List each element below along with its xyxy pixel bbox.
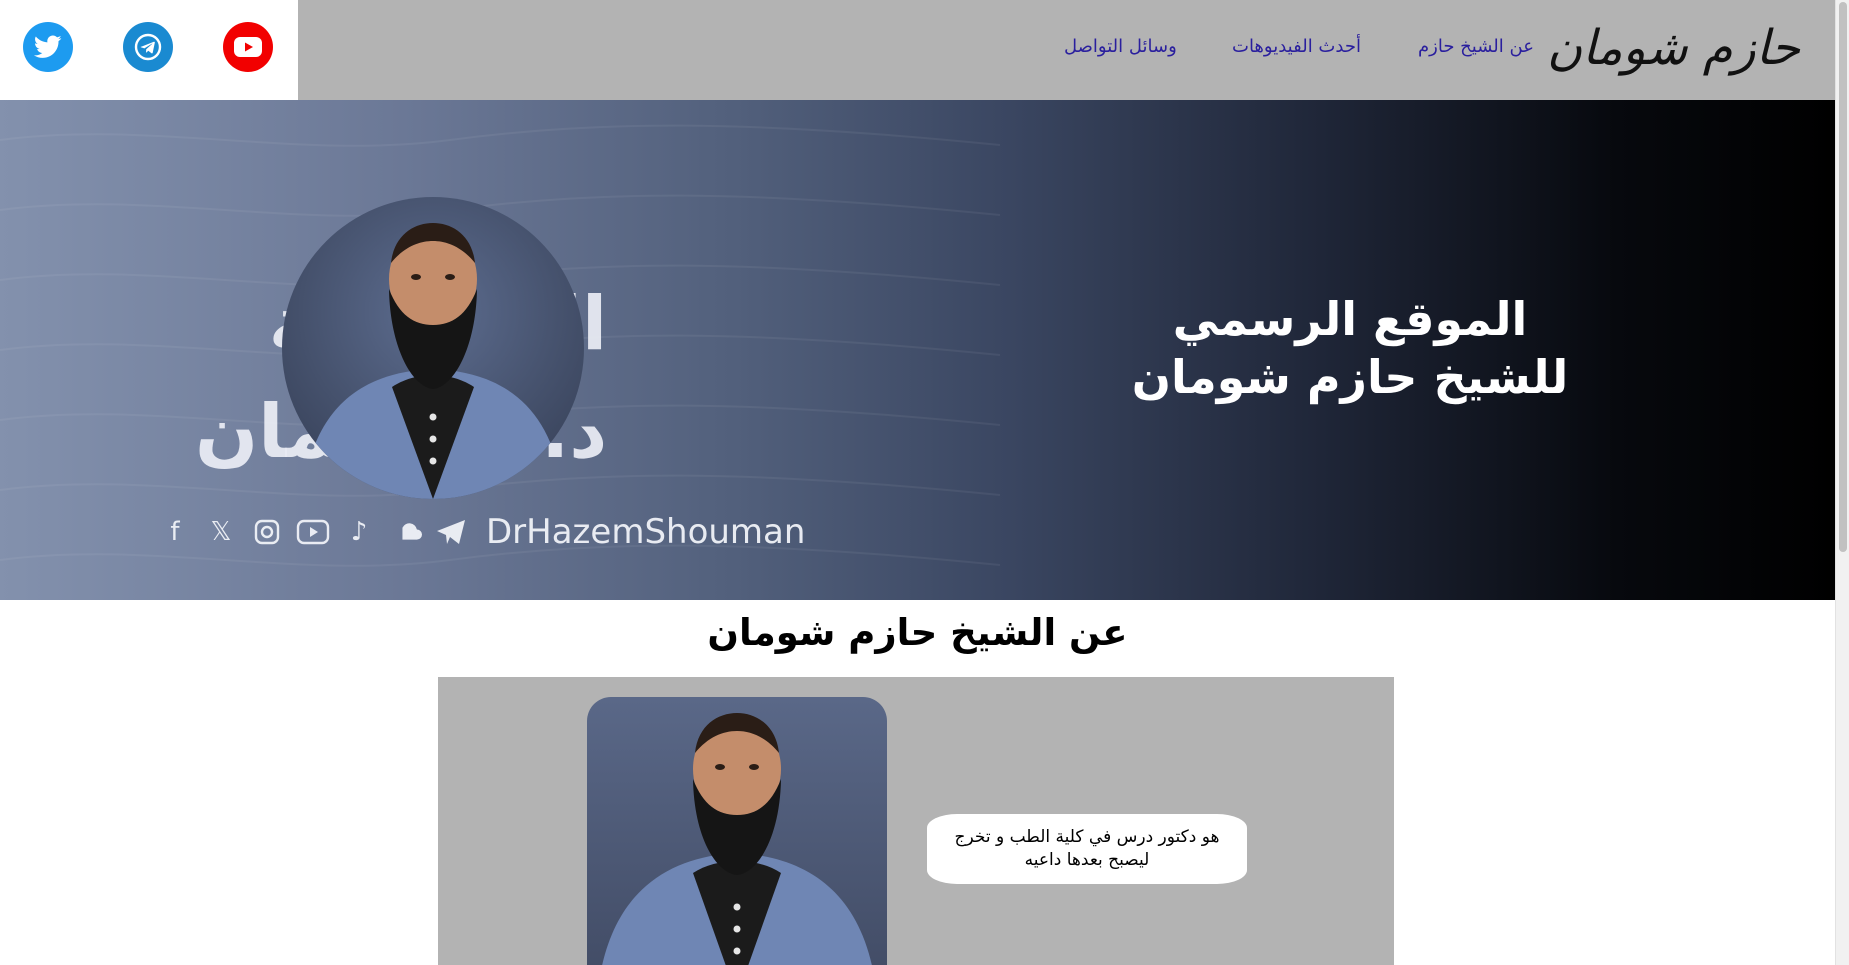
youtube-button[interactable]: [223, 22, 273, 72]
telegram-icon: [434, 515, 468, 549]
hero-avatar-photo: [282, 197, 584, 499]
banner-social-row: f 𝕏 ♪ DrHazemShouman: [158, 510, 805, 554]
hero-title-line1: الموقع الرسمي: [1172, 292, 1528, 346]
person-photo: [602, 713, 872, 965]
page-scrollbar[interactable]: [1835, 0, 1849, 965]
tiktok-icon: ♪: [350, 517, 368, 547]
about-bio: هو دكتور درس في كلية الطب و تخرج ليصبح ب…: [927, 814, 1247, 884]
hero-banner: القنـــ ـية د.حــــ ـمان f 𝕏 ♪ DrHazemSh…: [0, 100, 1835, 600]
twitter-button[interactable]: [23, 22, 73, 72]
nav-link-about[interactable]: عن الشيخ حازم: [1418, 36, 1534, 62]
nav-link-latest-videos[interactable]: أحدث الفيديوهات: [1232, 36, 1361, 62]
telegram-button[interactable]: [123, 22, 173, 72]
youtube-icon: [296, 515, 330, 549]
site-logo[interactable]: حازم شومان: [1547, 12, 1800, 84]
hero-title-line2: للشيخ حازم شومان: [1131, 350, 1569, 404]
soundcloud-icon: [388, 515, 422, 549]
instagram-icon: [250, 515, 284, 549]
twitter-icon: [34, 35, 62, 58]
about-photo: [587, 697, 887, 965]
social-links: [0, 0, 298, 100]
youtube-icon: [234, 37, 262, 57]
nav-link-contact[interactable]: وسائل التواصل: [1064, 36, 1177, 62]
page: وسائل التواصل أحدث الفيديوهات عن الشيخ ح…: [0, 0, 1849, 965]
banner-handle: DrHazemShouman: [486, 512, 806, 552]
telegram-icon: [134, 33, 162, 61]
person-photo: [302, 223, 564, 499]
scrollbar-thumb[interactable]: [1839, 2, 1847, 552]
site-header: وسائل التواصل أحدث الفيديوهات عن الشيخ ح…: [0, 0, 1835, 100]
about-card: هو دكتور درس في كلية الطب و تخرج ليصبح ب…: [438, 677, 1394, 965]
about-heading: عن الشيخ حازم شومان: [707, 611, 1128, 654]
x-icon: 𝕏: [210, 517, 232, 547]
hero-title: الموقع الرسمي للشيخ حازم شومان: [1100, 290, 1600, 406]
facebook-icon: f: [170, 517, 180, 547]
